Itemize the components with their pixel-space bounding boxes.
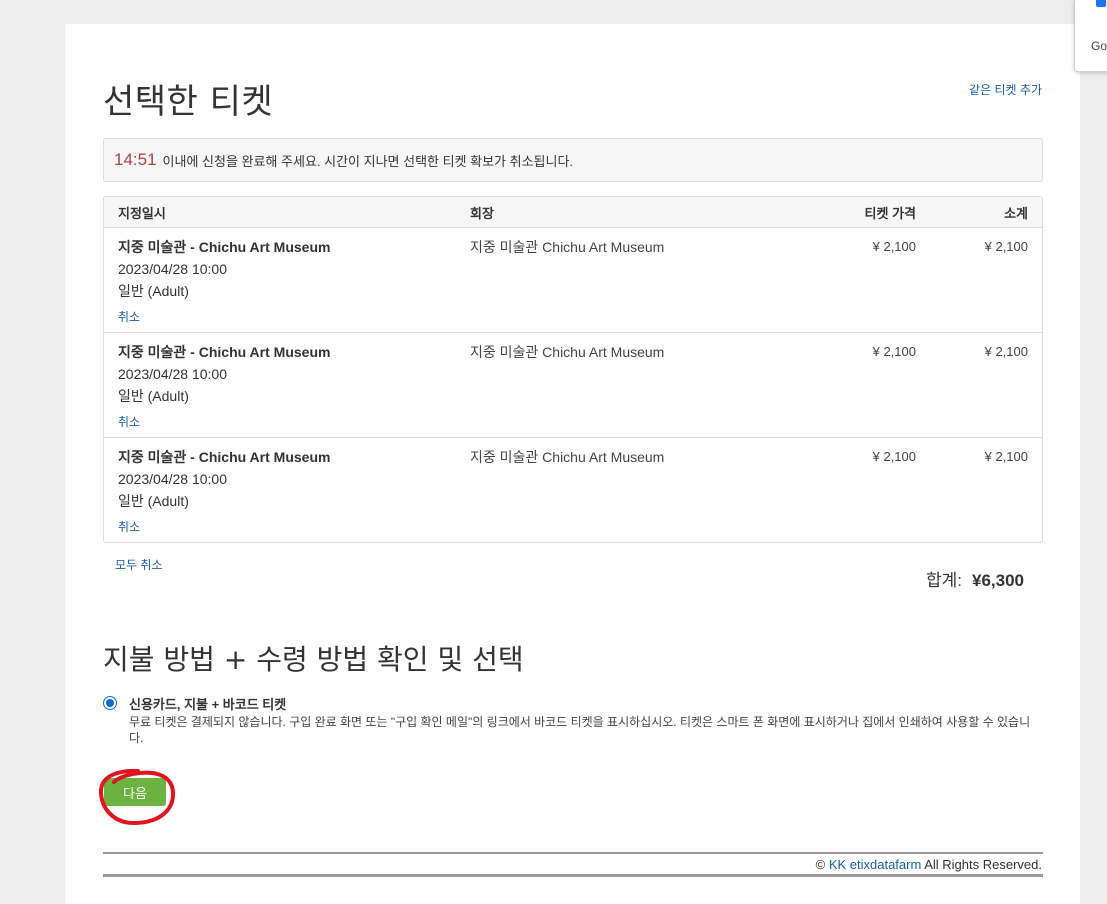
ticket-price: ¥ 2,100 xyxy=(872,344,916,359)
footer-rights: All Rights Reserved. xyxy=(924,857,1042,872)
table-row: 지중 미술관 - Chichu Art Museum 2023/04/28 10… xyxy=(104,228,1042,333)
total-label: 합계: xyxy=(925,571,962,590)
main-card: 선택한 티켓 같은 티켓 추가 14:51 이내에 신청을 완료해 주세요. 시… xyxy=(65,24,1080,904)
event-datetime: 2023/04/28 10:00 xyxy=(118,471,227,487)
payment-option-description: 무료 티켓은 결제되지 않습니다. 구입 완료 화면 또는 "구입 확인 메일"… xyxy=(129,715,1031,745)
ticket-subtotal: ¥ 2,100 xyxy=(984,239,1028,254)
ticket-subtotal: ¥ 2,100 xyxy=(984,344,1028,359)
timer-message: 이내에 신청을 완료해 주세요. 시간이 지나면 선택한 티켓 확보가 취소됩니… xyxy=(162,153,574,169)
cancel-all-link[interactable]: 모두 취소 xyxy=(115,556,163,573)
venue-name: 지중 미술관 Chichu Art Museum xyxy=(470,344,665,360)
event-datetime: 2023/04/28 10:00 xyxy=(118,261,227,277)
footer-divider-bottom xyxy=(103,874,1043,877)
ticket-price: ¥ 2,100 xyxy=(872,449,916,464)
header-price: 티켓 가격 xyxy=(864,205,916,221)
copyright-symbol: © xyxy=(815,857,826,872)
header-datetime: 지정일시 xyxy=(118,205,166,221)
cancel-ticket-link[interactable]: 취소 xyxy=(118,413,140,430)
table-header: 지정일시 회장 티켓 가격 소계 xyxy=(104,197,1042,228)
next-button[interactable]: 다음 xyxy=(104,778,166,806)
table-row: 지중 미술관 - Chichu Art Museum 2023/04/28 10… xyxy=(104,333,1042,438)
ticket-subtotal: ¥ 2,100 xyxy=(984,449,1028,464)
footer-brand-link[interactable]: KK etixdatafarm xyxy=(829,857,922,872)
ticket-type: 일반 (Adult) xyxy=(118,388,189,404)
ticket-price: ¥ 2,100 xyxy=(872,239,916,254)
footer-copyright: © KK etixdatafarm All Rights Reserved. xyxy=(816,857,1042,872)
header-subtotal: 소계 xyxy=(1004,205,1028,221)
browser-popup: Go xyxy=(1074,0,1107,72)
page-title: 선택한 티켓 xyxy=(103,82,274,122)
venue-name: 지중 미술관 Chichu Art Museum xyxy=(470,239,665,255)
total-summary: 합계: ¥6,300 xyxy=(926,566,1024,591)
cancel-ticket-link[interactable]: 취소 xyxy=(118,518,140,535)
cancel-ticket-link[interactable]: 취소 xyxy=(118,308,140,325)
footer-divider-top xyxy=(103,852,1043,854)
event-name: 지중 미술관 - Chichu Art Museum xyxy=(118,239,331,255)
payment-option-radio[interactable] xyxy=(103,696,117,710)
ticket-type: 일반 (Adult) xyxy=(118,283,189,299)
total-amount: ¥6,300 xyxy=(972,571,1024,590)
venue-name: 지중 미술관 Chichu Art Museum xyxy=(470,449,665,465)
event-datetime: 2023/04/28 10:00 xyxy=(118,366,227,382)
popup-text: Go xyxy=(1091,39,1107,53)
event-name: 지중 미술관 - Chichu Art Museum xyxy=(118,449,331,465)
ticket-type: 일반 (Adult) xyxy=(118,493,189,509)
ticket-table: 지정일시 회장 티켓 가격 소계 지중 미술관 - Chichu Art Mus… xyxy=(103,196,1043,543)
header-venue: 회장 xyxy=(470,205,494,221)
add-same-ticket-link[interactable]: 같은 티켓 추가 xyxy=(969,81,1042,98)
timer-notice: 14:51 이내에 신청을 완료해 주세요. 시간이 지나면 선택한 티켓 확보… xyxy=(103,138,1043,182)
timer-countdown: 14:51 xyxy=(114,150,157,169)
event-name: 지중 미술관 - Chichu Art Museum xyxy=(118,344,331,360)
payment-option-title: 신용카드, 지불 + 바코드 티켓 xyxy=(129,697,287,712)
table-row: 지중 미술관 - Chichu Art Museum 2023/04/28 10… xyxy=(104,438,1042,542)
checkbox-icon[interactable] xyxy=(1096,0,1106,7)
payment-section-title: 지불 방법 + 수령 방법 확인 및 선택 xyxy=(103,643,524,676)
